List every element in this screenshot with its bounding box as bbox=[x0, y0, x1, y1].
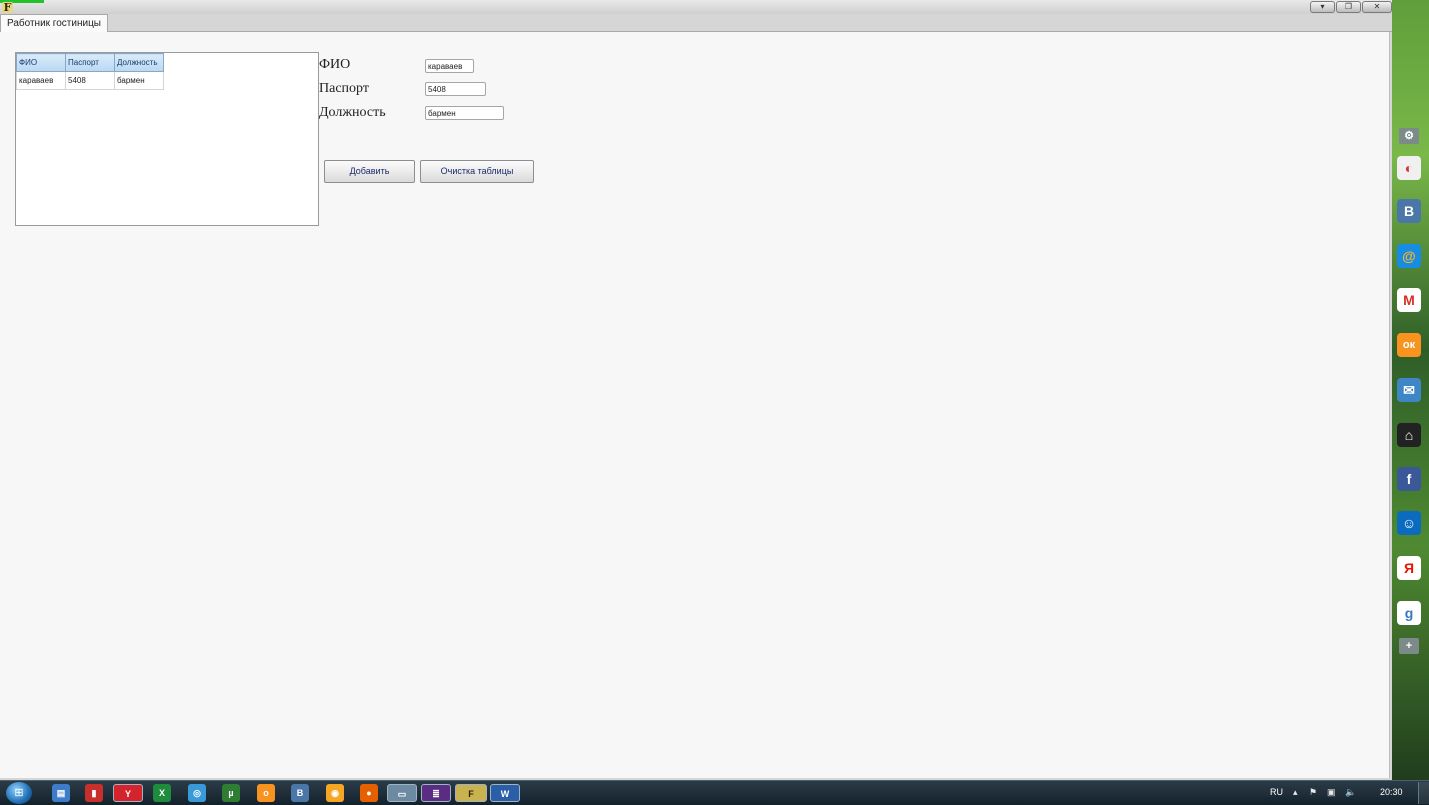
facebook-icon[interactable]: f bbox=[1397, 467, 1421, 491]
app-logo-icon: F bbox=[2, 1, 13, 14]
task-manager-icon[interactable]: ≣ bbox=[421, 784, 451, 802]
network-icon[interactable]: ◎ bbox=[188, 784, 206, 802]
fio-label: ФИО bbox=[319, 57, 351, 72]
clear-table-button[interactable]: Очистка таблицы bbox=[420, 160, 534, 183]
odnoklassniki-taskbar-icon[interactable]: о bbox=[257, 784, 275, 802]
explorer-icon[interactable]: ▤ bbox=[52, 784, 70, 802]
restore-icon[interactable]: ❐ bbox=[1336, 1, 1361, 13]
search-tool-icon[interactable]: ◉ bbox=[326, 784, 344, 802]
tab-hotel-worker[interactable]: Работник гостиницы bbox=[0, 14, 108, 32]
cell-position[interactable]: бармен bbox=[114, 71, 164, 90]
tray-expand-icon[interactable]: ▴ bbox=[1293, 787, 1298, 798]
column-header-fio[interactable]: ФИО bbox=[16, 53, 66, 72]
yandex-icon[interactable]: Я bbox=[1397, 556, 1421, 580]
network-tray-icon[interactable]: ▣ bbox=[1327, 787, 1336, 798]
utorrent-icon[interactable]: µ bbox=[222, 784, 240, 802]
passport-label: Паспорт bbox=[319, 81, 369, 96]
data-grid[interactable]: ФИО Паспорт Должность караваев 5408 барм… bbox=[15, 52, 319, 226]
app-window: F ▾ ❐ ✕ Работник гостиницы ФИО Паспорт Д… bbox=[0, 0, 1392, 780]
yandex-browser-icon[interactable]: Y bbox=[113, 784, 143, 802]
main-content: ФИО Паспорт Должность караваев 5408 барм… bbox=[0, 32, 1390, 778]
close-icon[interactable]: ✕ bbox=[1362, 1, 1392, 13]
mail-envelope-icon[interactable]: ✉ bbox=[1397, 378, 1421, 402]
column-header-position[interactable]: Должность bbox=[114, 53, 164, 72]
google-plus-icon[interactable]: g bbox=[1397, 601, 1421, 625]
settings-icon[interactable]: ⚙ bbox=[1399, 128, 1419, 144]
vk-taskbar-icon[interactable]: В bbox=[291, 784, 309, 802]
tab-strip: Работник гостиницы bbox=[0, 14, 1392, 32]
flag-icon[interactable]: ⚑ bbox=[1309, 787, 1317, 798]
odnoklassniki-icon[interactable]: ок bbox=[1397, 333, 1421, 357]
language-indicator[interactable]: RU bbox=[1270, 787, 1283, 797]
column-header-passport[interactable]: Паспорт bbox=[65, 53, 115, 72]
firefox-icon[interactable]: ● bbox=[360, 784, 378, 802]
minimize-icon[interactable]: ▾ bbox=[1310, 1, 1335, 13]
cell-passport[interactable]: 5408 bbox=[65, 71, 115, 90]
excel-icon[interactable]: X bbox=[153, 784, 171, 802]
volume-icon[interactable]: 🔈 bbox=[1345, 787, 1356, 798]
cell-fio[interactable]: караваев bbox=[16, 71, 66, 90]
taskbar: ⊞ ▤ ▮ Y X ◎ µ о В ◉ ● ▭ ≣ F W RU ▴ ⚑ ▣ 🔈… bbox=[0, 780, 1429, 805]
passport-input[interactable] bbox=[425, 82, 486, 96]
start-button[interactable]: ⊞ bbox=[6, 782, 32, 804]
clock[interactable]: 20:30 bbox=[1380, 787, 1403, 797]
mail-box-icon[interactable]: ⌂ bbox=[1397, 423, 1421, 447]
pdf-icon[interactable]: ▮ bbox=[85, 784, 103, 802]
vk-icon[interactable]: В bbox=[1397, 199, 1421, 223]
mailru-icon[interactable]: @ bbox=[1397, 244, 1421, 268]
app-taskbar-icon[interactable]: F bbox=[455, 784, 487, 802]
position-label: Должность bbox=[319, 105, 386, 120]
title-bar: F ▾ ❐ ✕ bbox=[0, 0, 1392, 14]
add-icon[interactable]: + bbox=[1399, 638, 1419, 654]
show-desktop-button[interactable] bbox=[1418, 782, 1429, 804]
add-button[interactable]: Добавить bbox=[324, 160, 415, 183]
picasa-icon[interactable]: ◐ bbox=[1397, 156, 1421, 180]
moi-mir-icon[interactable]: ☺ bbox=[1397, 511, 1421, 535]
word-icon[interactable]: W bbox=[490, 784, 520, 802]
grid-header-row: ФИО Паспорт Должность bbox=[16, 53, 164, 72]
table-row[interactable]: караваев 5408 бармен bbox=[16, 71, 164, 90]
position-input[interactable] bbox=[425, 106, 504, 120]
folder-icon[interactable]: ▭ bbox=[387, 784, 417, 802]
gmail-icon[interactable]: M bbox=[1397, 288, 1421, 312]
fio-input[interactable] bbox=[425, 59, 474, 73]
